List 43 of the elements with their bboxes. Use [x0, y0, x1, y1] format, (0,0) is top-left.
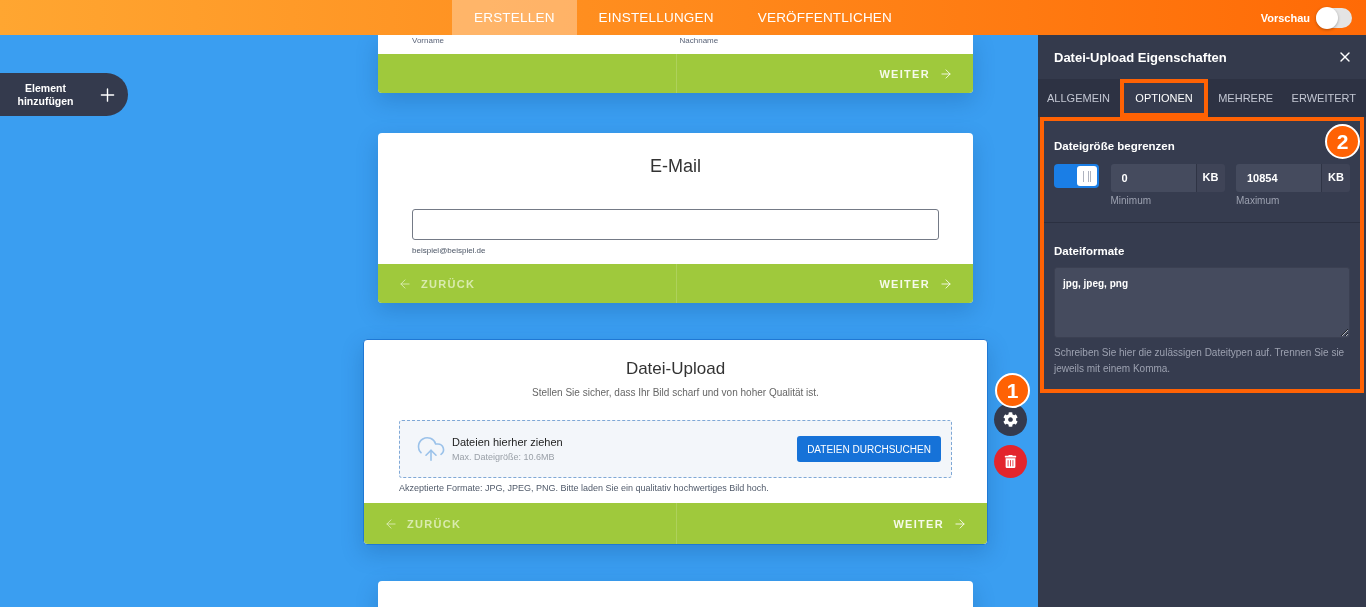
- unit-label: KB: [1195, 164, 1225, 192]
- dropzone-title: Dateien hierher ziehen: [452, 435, 563, 449]
- arrow-right-icon: [939, 276, 953, 291]
- panel-tab[interactable]: OPTIONEN: [1120, 79, 1208, 117]
- field-title: Datei-Upload: [625, 358, 726, 380]
- cloud-upload-icon: [416, 434, 446, 464]
- field-label: Maximum: [1236, 195, 1280, 207]
- gear-icon: [1003, 412, 1018, 427]
- unit-label: KB: [1321, 164, 1350, 192]
- file-formats-field[interactable]: jpg, jpeg, png: [1054, 267, 1350, 338]
- email-field[interactable]: [412, 209, 939, 240]
- form-card[interactable]: E-Mail beispiel@beispiel.de ZURÜCK WEITER: [378, 133, 973, 303]
- step-badge: 2: [1325, 124, 1360, 159]
- panel-tab[interactable]: ERWEITERT: [1283, 79, 1364, 117]
- panel-tab[interactable]: MEHRERE: [1210, 79, 1282, 117]
- size-field[interactable]: 10854: [1236, 164, 1321, 192]
- field-description: Stellen Sie sicher, dass Ihr Bild scharf und von hoher Qualität ist.: [532, 386, 819, 400]
- size-limit-toggle[interactable]: [1054, 164, 1099, 188]
- size-note: Max. Dateigröße: 10.6MB: [452, 451, 555, 463]
- preview-toggle[interactable]: [1316, 7, 1352, 28]
- field-hint: beispiel@beispiel.de: [412, 246, 486, 256]
- arrow-right-icon: [939, 66, 953, 81]
- formats-note: Akzeptierte Formate: JPG, JPEG, PNG. Bitte laden Sie ein qualitativ hochwertiges Bild hoch.: [399, 482, 769, 494]
- preview-label: Vorschau: [1260, 11, 1310, 24]
- step-badge: 1: [995, 373, 1030, 408]
- form-card[interactable]: Vorname Nachname WEITER: [378, 35, 973, 93]
- panel-title: Datei-Upload Eigenschaften: [1054, 49, 1227, 65]
- section-heading: Dateigröße begrenzen: [1054, 139, 1175, 153]
- section-heading: Dateiformate: [1054, 244, 1125, 258]
- size-field[interactable]: 0: [1110, 164, 1196, 192]
- trash-icon: [1004, 455, 1017, 468]
- arrow-right-icon: [953, 516, 967, 531]
- delete-button[interactable]: [994, 445, 1027, 478]
- help-text: Schreiben Sie hier die zulässigen Dateitypen auf. Trennen Sie sie jeweils mit einem Komma.: [1054, 346, 1346, 376]
- settings-button[interactable]: [994, 403, 1027, 436]
- field-sublabel: Nachname: [679, 36, 719, 46]
- field-sublabel: Vorname: [412, 36, 445, 46]
- field-title: E-Mail: [650, 155, 701, 177]
- field-label: Minimum: [1110, 195, 1152, 207]
- panel-tab[interactable]: ALLGEMEIN: [1039, 79, 1118, 117]
- browse-button[interactable]: DATEIEN DURCHSUCHEN: [797, 436, 941, 462]
- add-element-button[interactable]: Element hinzufügen: [0, 73, 128, 116]
- upload-dropzone[interactable]: Dateien hierher ziehen Max. Dateigröße: 10.6MB DATEIEN DURCHSUCHEN: [399, 420, 952, 478]
